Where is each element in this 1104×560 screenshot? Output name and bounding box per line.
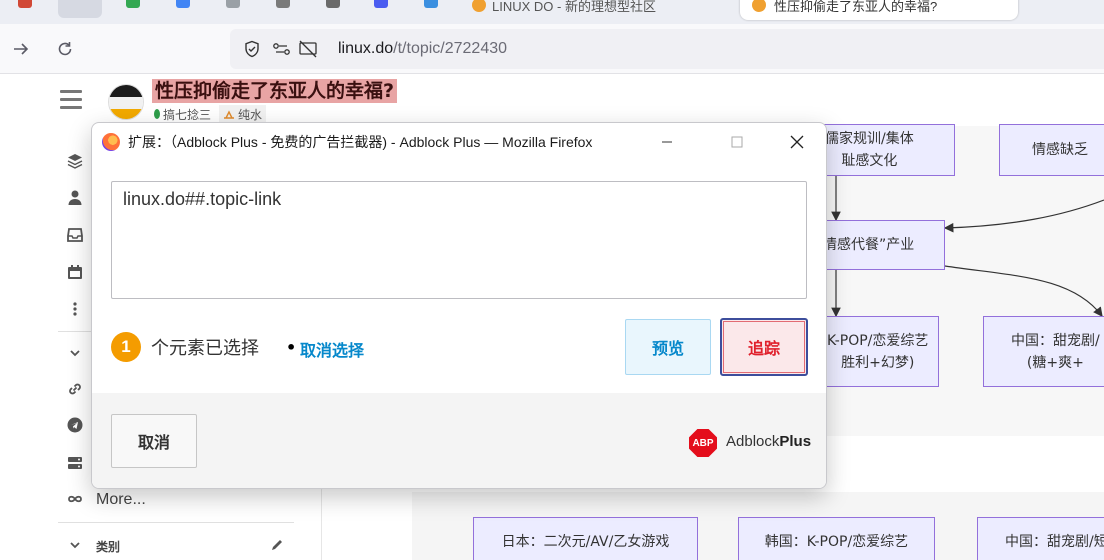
tab-current-topic[interactable]: 性压抑偷走了东亚人的幸福?: [740, 0, 1018, 20]
pinned-app-icon[interactable]: [176, 0, 190, 8]
inbox-icon[interactable]: [66, 226, 84, 244]
maximize-icon: [731, 136, 743, 148]
tag-icon: [224, 109, 235, 119]
link-icon[interactable]: [66, 380, 84, 398]
flowchart-node: 韩国：K-POP/恋爱综艺: [738, 517, 935, 560]
pinned-app-icon[interactable]: [374, 0, 388, 8]
flowchart-node: 中国：甜宠剧/ (糖+爽+: [983, 316, 1104, 387]
arrow-right-icon: [14, 43, 29, 55]
pinned-app-icon[interactable]: [276, 0, 290, 8]
separator-dot: •: [286, 338, 297, 357]
browser-tab-strip: LINUX DO - 新的理想型社区 性压抑偷走了东亚人的幸福?: [0, 0, 1104, 24]
filter-textarea[interactable]: linux.do##.topic-link: [111, 181, 807, 299]
reload-icon: [58, 42, 72, 56]
pinned-app-icon[interactable]: [18, 0, 32, 8]
url-bar[interactable]: linux.do/t/topic/2722430: [230, 29, 1104, 69]
selected-count-badge: 1: [111, 332, 141, 362]
permissions-icon[interactable]: [270, 37, 294, 61]
infinity-icon[interactable]: [66, 490, 84, 508]
calendar-icon[interactable]: [66, 263, 84, 281]
linux-do-favicon: [752, 0, 766, 12]
firefox-logo-icon: [102, 133, 120, 151]
preview-button[interactable]: 预览: [625, 319, 711, 375]
tab-linux-do[interactable]: LINUX DO - 新的理想型社区: [472, 0, 656, 18]
chevron-down-icon[interactable]: [66, 536, 84, 554]
more-vertical-icon[interactable]: [66, 300, 84, 318]
flowchart-node: 情感代餐”产业: [812, 220, 945, 270]
close-icon: [790, 135, 804, 149]
dialog-titlebar[interactable]: 扩展：（Adblock Plus - 免费的广告拦截器) - Adblock P…: [92, 123, 826, 161]
post-flowchart-lower: 日本：二次元/AV/乙女游戏 韩国：K-POP/恋爱综艺 中国：甜宠剧/短: [412, 492, 1104, 560]
user-icon[interactable]: [66, 188, 84, 206]
flowchart-node: 儒家规训/集体 耻感文化: [812, 124, 955, 176]
minimize-icon: [662, 141, 672, 143]
pencil-icon[interactable]: [268, 536, 286, 554]
flowchart-node: 情感缺乏: [999, 124, 1104, 176]
telegram-icon[interactable]: [66, 416, 84, 434]
sidebar-divider: [58, 522, 294, 523]
site-logo[interactable]: [108, 84, 144, 120]
track-button[interactable]: 追踪: [720, 318, 808, 376]
layers-icon[interactable]: [66, 152, 84, 170]
pinned-app-icon[interactable]: [126, 0, 140, 8]
reload-button[interactable]: [50, 34, 80, 64]
hamburger-menu-icon[interactable]: [60, 90, 82, 110]
server-icon[interactable]: [66, 454, 84, 472]
sidebar-more-link[interactable]: More...: [96, 491, 146, 509]
dialog-footer: 取消 ABP AdblockPlus: [92, 393, 826, 488]
adblock-plus-dialog: 扩展：（Adblock Plus - 免费的广告拦截器) - Adblock P…: [91, 122, 827, 489]
abp-brand-name: AdblockPlus: [726, 433, 812, 450]
close-button[interactable]: [774, 123, 820, 161]
chevron-down-icon[interactable]: [66, 344, 84, 362]
sidebar-categories-heading[interactable]: 类别: [96, 538, 120, 555]
dialog-body: linux.do##.topic-link 1 个元素已选择 • 取消选择 预览…: [92, 161, 826, 393]
shield-icon[interactable]: [240, 37, 264, 61]
deselect-link[interactable]: 取消选择: [300, 337, 364, 361]
forward-button[interactable]: [6, 34, 36, 64]
minimize-button[interactable]: [644, 123, 690, 161]
dialog-title: 扩展：（Adblock Plus - 免费的广告拦截器) - Adblock P…: [128, 134, 593, 150]
category-color-icon: [154, 109, 160, 119]
flowchart-node: K-POP/恋爱综艺 胜利+幻梦): [812, 316, 939, 387]
maximize-button[interactable]: [714, 123, 760, 161]
topic-category[interactable]: 搞七捻三: [154, 106, 211, 123]
pinned-app-icon[interactable]: [326, 0, 340, 8]
topic-title[interactable]: 性压抑偷走了东亚人的幸福?: [152, 79, 398, 103]
tracking-protection-off-icon[interactable]: [296, 37, 320, 61]
cancel-button[interactable]: 取消: [111, 414, 197, 468]
pinned-app-icon[interactable]: [226, 0, 240, 8]
pinned-app-icon[interactable]: [424, 0, 438, 8]
linux-do-favicon: [472, 0, 486, 12]
abp-logo-icon: ABP: [689, 429, 717, 457]
browser-nav-bar: linux.do/t/topic/2722430: [0, 24, 1104, 74]
url-text[interactable]: linux.do/t/topic/2722430: [338, 40, 507, 58]
flowchart-node: 中国：甜宠剧/短: [977, 517, 1104, 560]
site-header: 性压抑偷走了东亚人的幸福? 搞七捻三 纯水: [0, 74, 1104, 126]
selected-count-text: 个元素已选择: [151, 338, 259, 359]
pinned-tab[interactable]: [58, 0, 102, 18]
flowchart-node: 日本：二次元/AV/乙女游戏: [473, 517, 698, 560]
